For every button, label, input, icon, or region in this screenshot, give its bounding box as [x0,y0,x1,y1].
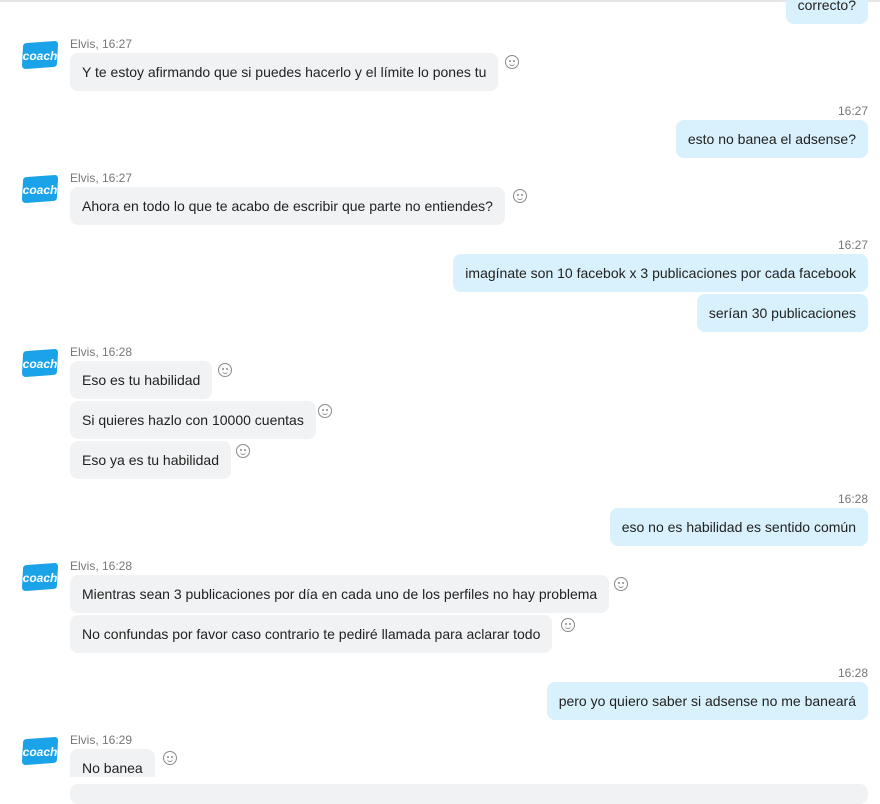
coach-avatar[interactable]: coach [21,563,59,591]
coach-avatar[interactable]: coach [21,737,59,765]
coach-avatar[interactable]: coach [21,41,59,69]
message-time: 16:28 [837,492,868,506]
incoming-message[interactable]: Si quieres hazlo con 10000 cuentas [70,401,316,439]
outgoing-message[interactable]: imagínate son 10 facebok x 3 publicacion… [453,254,868,292]
incoming-message[interactable]: No confundas por favor caso contrario te… [70,615,553,653]
message-meta: Elvis, 16:28 [70,345,133,359]
avatar-label: coach [23,357,58,371]
add-reaction-icon[interactable] [218,363,232,377]
top-divider [0,0,880,2]
outgoing-message[interactable]: eso no es habilidad es sentido común [609,508,868,546]
incoming-message[interactable]: Eso es tu habilidad [70,361,213,399]
message-meta: Elvis, 16:27 [70,171,133,185]
outgoing-message[interactable]: correcto? [785,0,868,24]
message-meta: Elvis, 16:27 [70,37,133,51]
incoming-message[interactable]: No banea [70,749,155,777]
incoming-message[interactable]: Mientras sean 3 publicaciones por día en… [70,575,610,613]
add-reaction-icon[interactable] [318,404,332,418]
add-reaction-icon[interactable] [561,618,575,632]
incoming-message[interactable]: Eso ya es tu habilidad [70,441,231,479]
incoming-message[interactable]: Ahora en todo lo que te acabo de escribi… [70,187,505,225]
add-reaction-icon[interactable] [163,751,177,765]
avatar-label: coach [23,183,58,197]
avatar-label: coach [23,571,58,585]
message-meta: Elvis, 16:29 [70,733,133,747]
add-reaction-icon[interactable] [505,55,519,69]
add-reaction-icon[interactable] [513,189,527,203]
avatar-label: coach [23,745,58,759]
message-time: 16:28 [837,666,868,680]
outgoing-message[interactable]: serían 30 publicaciones [696,294,868,332]
add-reaction-icon[interactable] [614,577,628,591]
next-message-partial [70,784,868,804]
coach-avatar[interactable]: coach [21,175,59,203]
incoming-message[interactable]: Y te estoy afirmando que si puedes hacer… [70,53,499,91]
message-time: 16:27 [837,104,868,118]
message-time: 16:27 [837,238,868,252]
outgoing-message[interactable]: esto no banea el adsense? [675,120,868,158]
avatar-label: coach [23,49,58,63]
message-meta: Elvis, 16:28 [70,559,133,573]
add-reaction-icon[interactable] [236,444,250,458]
coach-avatar[interactable]: coach [21,349,59,377]
outgoing-message[interactable]: pero yo quiero saber si adsense no me ba… [546,682,868,720]
